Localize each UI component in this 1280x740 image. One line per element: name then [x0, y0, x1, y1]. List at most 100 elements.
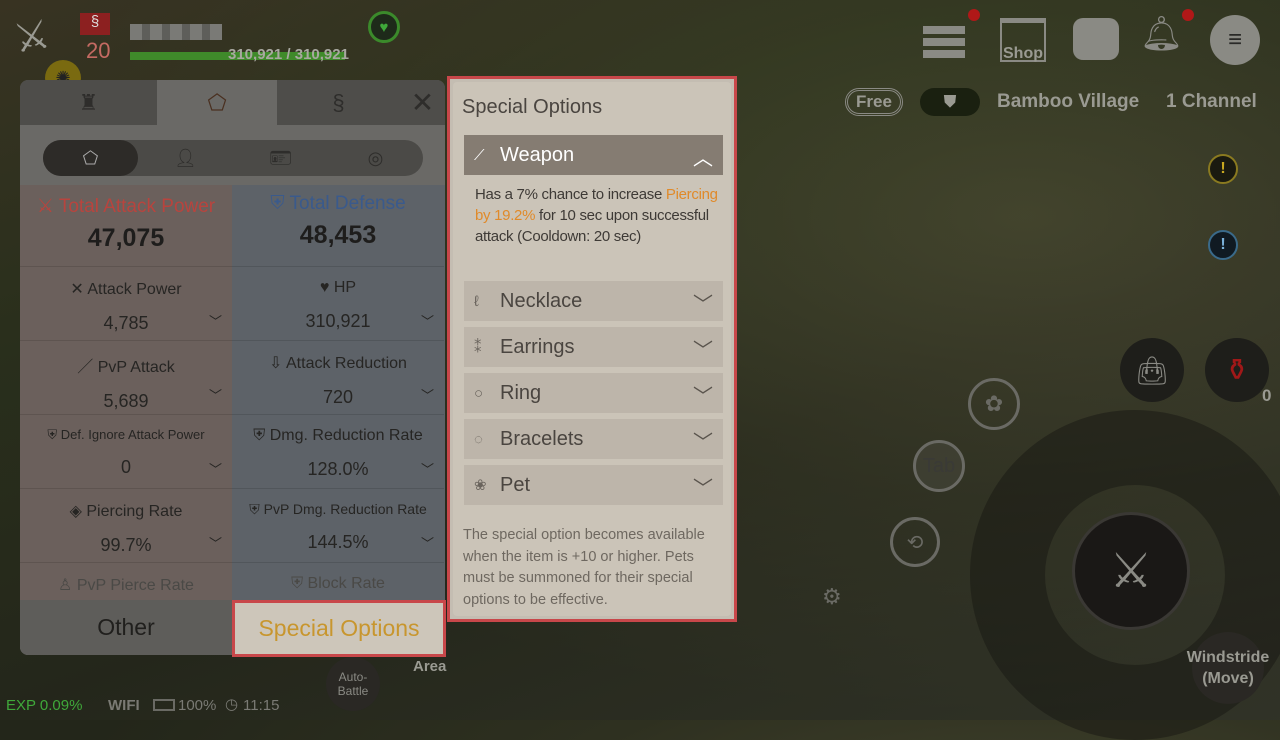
- mount-button[interactable]: ⟲: [890, 517, 940, 567]
- stat-icon: ✕: [70, 281, 84, 298]
- stat-label: ／ PvP Attack: [20, 353, 232, 377]
- accordion-label: Pet: [500, 473, 531, 496]
- other-button[interactable]: Other: [20, 600, 232, 655]
- shop-button[interactable]: Shop: [1000, 18, 1046, 62]
- total-attack: ⚔ Total Attack Power 47,075: [20, 195, 232, 253]
- tab-target-button[interactable]: Tab: [913, 440, 965, 492]
- coin-icon: ◎: [367, 147, 384, 168]
- free-pvp-badge[interactable]: Free: [845, 88, 903, 116]
- accordion-earrings[interactable]: ⁑ Earrings ﹀: [464, 327, 723, 367]
- stat-cell[interactable]: ✕ Attack Power 4,785 ﹀: [20, 266, 232, 338]
- attack-button[interactable]: ⚔: [1072, 512, 1190, 630]
- stat-label: ⇩ Attack Reduction: [232, 353, 444, 373]
- stat-cell[interactable]: ◈ Piercing Rate 99.7% ﹀: [20, 488, 232, 560]
- info-alert-icon[interactable]: !: [1208, 230, 1238, 260]
- subtab-overall[interactable]: ⬠: [43, 140, 138, 176]
- chevron-down-icon[interactable]: ﹀: [693, 288, 713, 317]
- clock-text: 11:15: [243, 697, 280, 714]
- stat-cell[interactable]: ⛨ Def. Ignore Attack Power 0 ﹀: [20, 414, 232, 486]
- special-options-button[interactable]: Special Options: [232, 600, 446, 657]
- emote-button[interactable]: ✿: [968, 378, 1020, 430]
- chevron-up-icon[interactable]: ︿: [693, 142, 713, 171]
- stat-cell[interactable]: ／ PvP Attack 5,689 ﹀: [20, 340, 232, 412]
- tab-stats[interactable]: ⬠: [157, 80, 277, 125]
- auto-battle-button[interactable]: Auto-Battle: [326, 657, 380, 711]
- exp-text: EXP 0.09%: [6, 697, 83, 714]
- windstride-button[interactable]: Windstride (Move): [1187, 632, 1269, 704]
- paw-icon: ❀: [474, 477, 487, 494]
- stat-value: 4,785: [103, 313, 149, 333]
- person-card-icon: 🪪︎: [269, 147, 292, 168]
- battery-icon: [153, 699, 175, 711]
- loot-bag-button[interactable]: 👜︎: [1120, 338, 1184, 402]
- chevron-down-icon[interactable]: ﹀: [693, 472, 713, 501]
- accordion-ring[interactable]: ○ Ring ﹀: [464, 373, 723, 413]
- hp-text: 310,921 / 310,921: [228, 46, 349, 63]
- desc-text: Has a 7% chance to increase: [475, 186, 666, 203]
- subtab-currency[interactable]: ◎: [328, 140, 423, 176]
- stat-icon: ♙: [58, 577, 73, 594]
- accordion-weapon[interactable]: ⟋ Weapon ︿: [464, 135, 723, 175]
- other-label: Other: [97, 614, 155, 640]
- tab-dragon[interactable]: §: [277, 80, 400, 125]
- potion-count: 0: [1262, 386, 1272, 405]
- stat-cell[interactable]: ♥ HP 310,921 ﹀: [232, 266, 444, 338]
- channel[interactable]: 1 Channel: [1166, 91, 1257, 113]
- crossed-swords-icon: ⚔: [36, 196, 59, 217]
- chevron-down-icon[interactable]: ﹀: [693, 334, 713, 363]
- subtab-profile[interactable]: 🪪︎: [233, 140, 328, 176]
- class-sword-icon[interactable]: ⚔: [10, 11, 53, 63]
- accordion-bracelets[interactable]: ◌ Bracelets ﹀: [464, 419, 723, 459]
- chevron-down-icon[interactable]: ﹀: [209, 311, 222, 330]
- stat-label: ◈ Piercing Rate: [20, 501, 232, 521]
- stat-cell[interactable]: ⛨ PvP Dmg. Reduction Rate 144.5% ﹀: [232, 488, 444, 560]
- stat-label-text: Piercing Rate: [86, 503, 183, 520]
- heart-buff-icon[interactable]: ♥: [368, 11, 400, 43]
- main-menu-button[interactable]: ≡: [1210, 15, 1260, 65]
- accordion-necklace[interactable]: ℓ Necklace ﹀: [464, 281, 723, 321]
- chevron-down-icon[interactable]: ﹀: [421, 311, 434, 330]
- close-icon: ✕: [410, 87, 435, 118]
- chevron-down-icon[interactable]: ﹀: [209, 459, 222, 478]
- special-options-label: Special Options: [258, 615, 420, 641]
- subtab-character[interactable]: 👤︎: [138, 140, 233, 176]
- stat-icon: ／: [77, 359, 94, 376]
- chevron-down-icon[interactable]: ﹀: [209, 385, 222, 404]
- menu-grid-icon[interactable]: [923, 26, 965, 58]
- ring-icon: ○: [474, 384, 484, 402]
- accordion-label: Ring: [500, 381, 542, 404]
- stat-value: 310,921: [305, 311, 371, 331]
- armor-icon: ♜: [78, 89, 99, 115]
- location-name[interactable]: Bamboo Village: [997, 91, 1139, 113]
- notification-dot: [968, 9, 980, 21]
- chevron-down-icon[interactable]: ﹀: [209, 533, 222, 552]
- stat-label: ♙ PvP Pierce Rate: [20, 575, 232, 595]
- stat-value: 720: [322, 387, 354, 407]
- stat-icon: ⛨: [291, 575, 304, 592]
- shield-zone-badge[interactable]: ⛊: [920, 88, 980, 116]
- stat-value: 5,689: [103, 391, 149, 411]
- potion-button[interactable]: ⚱: [1205, 338, 1269, 402]
- free-label: Free: [856, 92, 892, 111]
- tab-equipment[interactable]: ♜: [20, 80, 157, 125]
- settings-gear-icon[interactable]: ⚙: [822, 584, 842, 610]
- chevron-down-icon[interactable]: ﹀: [693, 380, 713, 409]
- stat-label-text: Attack Power: [87, 281, 182, 298]
- bell-alert-icon[interactable]: 🔔︎: [1140, 14, 1183, 54]
- accordion-label: Necklace: [500, 289, 583, 312]
- chevron-down-icon[interactable]: ﹀: [693, 426, 713, 455]
- area-label[interactable]: Area: [413, 658, 446, 675]
- chevron-down-icon[interactable]: ﹀: [421, 385, 434, 404]
- stat-cell[interactable]: ⛨ Dmg. Reduction Rate 128.0% ﹀: [232, 414, 444, 486]
- stat-label-text: Attack Reduction: [286, 355, 407, 372]
- level: 20: [86, 38, 111, 63]
- bracelet-icon: ◌: [474, 430, 483, 448]
- close-button[interactable]: ✕: [400, 80, 445, 125]
- chevron-down-icon[interactable]: ﹀: [421, 459, 434, 478]
- quest-alert-icon[interactable]: !: [1208, 154, 1238, 184]
- chevron-down-icon[interactable]: ﹀: [421, 533, 434, 552]
- inventory-bag-icon[interactable]: [1073, 18, 1119, 60]
- stat-cell[interactable]: ⇩ Attack Reduction 720 ﹀: [232, 340, 444, 412]
- guild-dragon-icon: §: [80, 13, 110, 35]
- accordion-pet[interactable]: ❀ Pet ﹀: [464, 465, 723, 505]
